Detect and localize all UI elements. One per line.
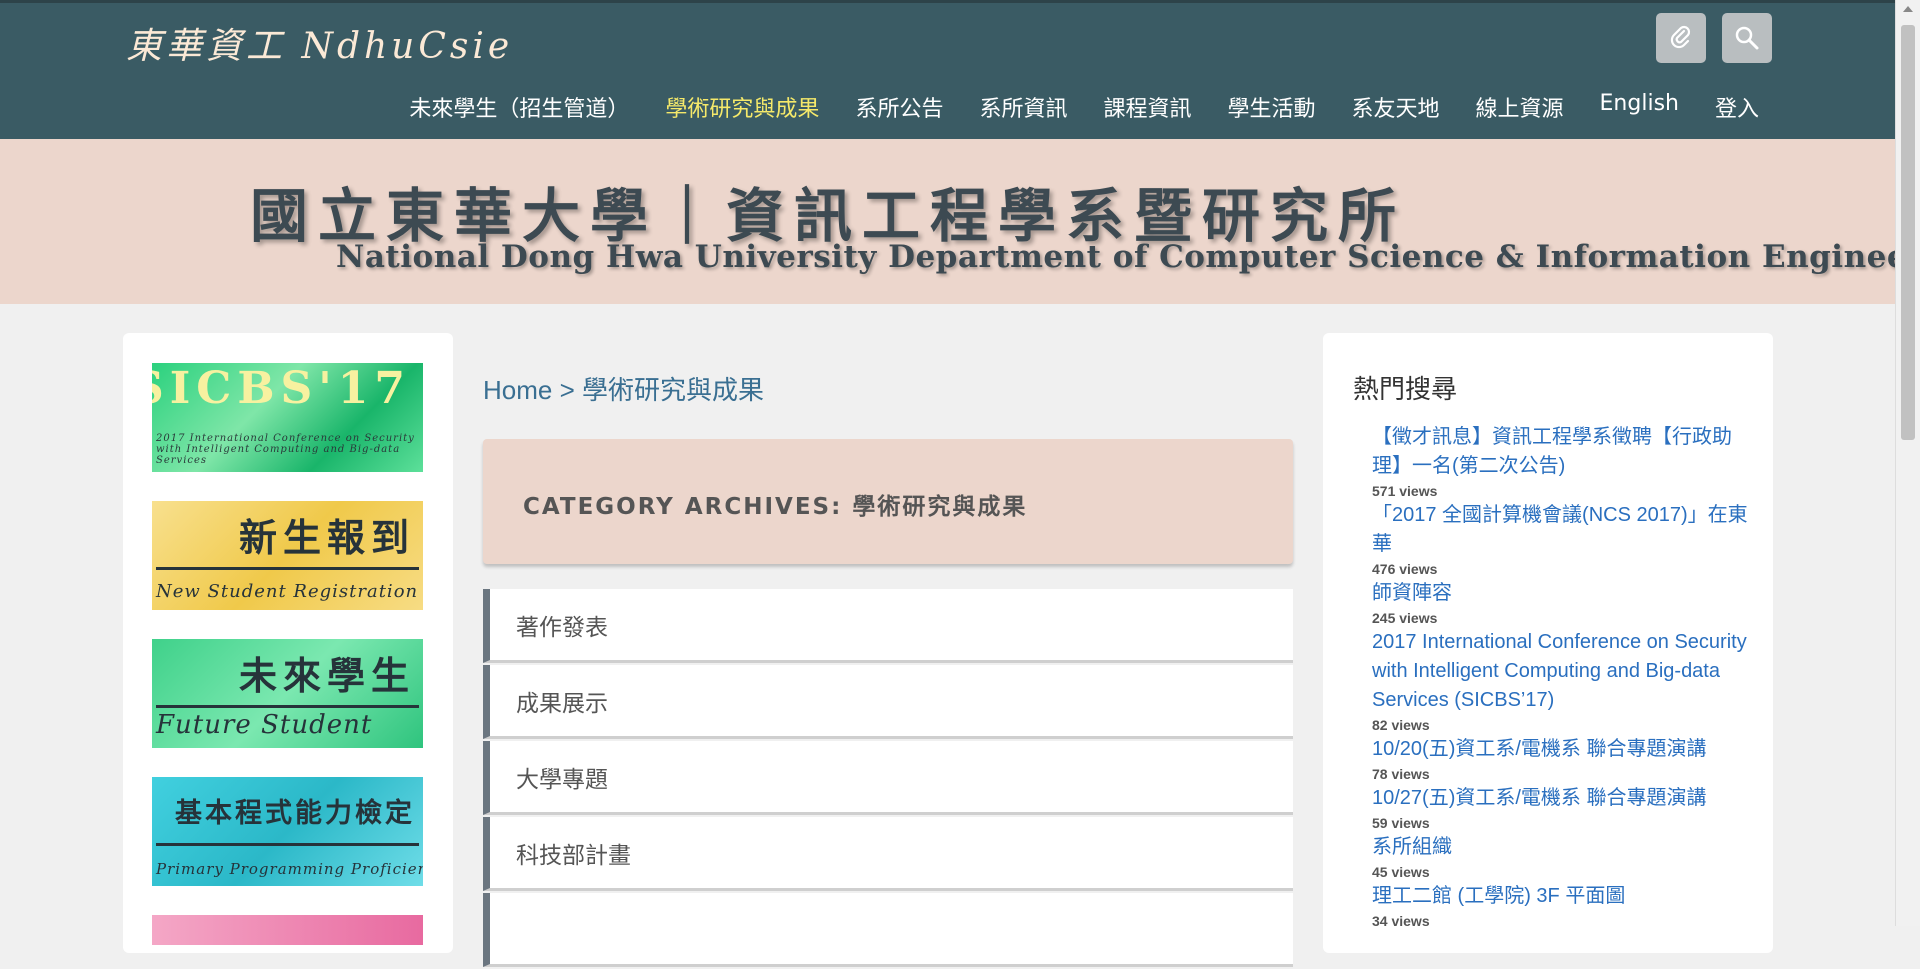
popular-item-link[interactable]: 【徵才訊息】資訊工程學系徵聘【行政助理】一名(第二次公告) [1372, 423, 1752, 481]
popular-searches-title: 熱門搜尋 [1353, 375, 1458, 405]
nav-item[interactable]: 線上資源 [1476, 91, 1564, 123]
popular-item-views: 476 views [1372, 561, 1438, 577]
category-item[interactable]: 科技部計畫 [483, 817, 1293, 891]
popular-item: 【徵才訊息】資訊工程學系徵聘【行政助理】一名(第二次公告) 571 views [1372, 423, 1752, 501]
thumb-subtitle: Future Student [156, 710, 373, 740]
top-bar: 東華資工 NdhuCsie 未來學生（招生管道） 學術研究與成果 系所公告 系所資訊 課… [0, 0, 1895, 139]
site-logo[interactable]: 東華資工 NdhuCsie [126, 17, 513, 69]
popular-item-views: 34 views [1372, 913, 1430, 929]
search-icon[interactable] [1722, 13, 1772, 63]
popular-item: 10/20(五)資工系/電機系 聯合專題演講 78 views [1372, 735, 1752, 784]
popular-item-views: 45 views [1372, 864, 1430, 880]
popular-item-views: 245 views [1372, 610, 1438, 626]
popular-searches-panel: 熱門搜尋 【徵才訊息】資訊工程學系徵聘【行政助理】一名(第二次公告) 571 vi… [1323, 333, 1773, 953]
thumb-title: 未來學生 [238, 653, 415, 698]
nav-item[interactable]: 學術研究與成果 [665, 91, 819, 123]
thumb-subtitle: New Student Registration [156, 581, 419, 602]
category-item[interactable]: 大學專題 [483, 741, 1293, 815]
thumb-divider [156, 843, 419, 846]
popular-item: 理工二館 (工學院) 3F 平面圖 34 views [1372, 882, 1752, 931]
thumb-title: 新生報到 [238, 515, 415, 560]
category-item[interactable]: 著作發表 [483, 589, 1293, 663]
popular-item-link[interactable]: 師資陣容 [1372, 579, 1752, 608]
popular-item-views: 82 views [1372, 717, 1430, 733]
popular-item-views: 571 views [1372, 483, 1438, 499]
popular-item: 師資陣容 245 views [1372, 579, 1752, 628]
popular-item-link[interactable]: 10/20(五)資工系/電機系 聯合專題演講 [1372, 735, 1752, 764]
nav-item[interactable]: 課程資訊 [1103, 91, 1191, 123]
popular-item-link[interactable]: 「2017 全國計算機會議(NCS 2017)」在東華 [1372, 501, 1752, 559]
thumb-subtitle: Primary Programming Proficiency [156, 860, 423, 878]
nav-item[interactable]: 系所資訊 [979, 91, 1067, 123]
main-nav: 未來學生（招生管道） 學術研究與成果 系所公告 系所資訊 課程資訊 學生活動 系友天地 線上資… [373, 91, 1759, 123]
popular-item-link[interactable]: 10/27(五)資工系/電機系 聯合專題演講 [1372, 784, 1752, 813]
category-item[interactable]: 成果展示 [483, 665, 1293, 739]
popular-item-views: 59 views [1372, 815, 1430, 831]
scrollbar-thumb[interactable] [1901, 25, 1915, 440]
breadcrumb-separator: > [552, 375, 582, 405]
popular-item-link[interactable]: 2017 International Conference on Securit… [1372, 628, 1752, 715]
category-title: CATEGORY ARCHIVES: 學術研究與成果 [523, 494, 1028, 520]
nav-item[interactable]: 系友天地 [1352, 91, 1440, 123]
thumb-divider [156, 567, 419, 570]
thumb-title: SICBS'17 [152, 363, 411, 414]
category-header: CATEGORY ARCHIVES: 學術研究與成果 [483, 439, 1293, 564]
nav-item[interactable]: 系所公告 [855, 91, 943, 123]
popular-item: 系所組織 45 views [1372, 833, 1752, 882]
nav-item[interactable]: 登入 [1715, 91, 1759, 123]
nav-item[interactable]: 學生活動 [1227, 91, 1315, 123]
sicbs-banner-link[interactable]: SICBS'17 2017 International Conference o… [152, 363, 423, 472]
header-banner: 國立東華大學｜資訊工程學系暨研究所 National Dong Hwa Univ… [0, 139, 1920, 304]
category-list: 著作發表 成果展示 大學專題 科技部計畫 [483, 589, 1293, 969]
scroll-up-icon[interactable] [1903, 6, 1913, 12]
nav-item[interactable]: English [1600, 91, 1679, 123]
breadcrumb-current[interactable]: 學術研究與成果 [582, 375, 764, 405]
left-sidebar: SICBS'17 2017 International Conference o… [123, 333, 453, 953]
breadcrumb-home[interactable]: Home [483, 375, 552, 405]
popular-item-link[interactable]: 系所組織 [1372, 833, 1752, 862]
category-item-partial[interactable] [483, 893, 1293, 967]
popular-item: 「2017 全國計算機會議(NCS 2017)」在東華 476 views [1372, 501, 1752, 579]
nav-item[interactable]: 未來學生（招生管道） [409, 91, 629, 123]
popular-item: 10/27(五)資工系/電機系 聯合專題演講 59 views [1372, 784, 1752, 833]
popular-item-link[interactable]: 理工二館 (工學院) 3F 平面圖 [1372, 882, 1752, 911]
future-student-banner-link[interactable]: 未來學生 Future Student [152, 639, 423, 748]
sidebar-banner-partial[interactable] [152, 915, 423, 945]
breadcrumb: Home > 學術研究與成果 [483, 370, 764, 407]
thumb-subtitle: 2017 International Conference on Securit… [156, 433, 415, 466]
popular-item: 2017 International Conference on Securit… [1372, 628, 1752, 735]
programming-proficiency-banner-link[interactable]: 基本程式能力檢定 Primary Programming Proficiency [152, 777, 423, 886]
page-scrollbar[interactable] [1895, 0, 1920, 926]
popular-list: 【徵才訊息】資訊工程學系徵聘【行政助理】一名(第二次公告) 571 views 「2… [1372, 423, 1752, 931]
thumb-divider [156, 705, 419, 708]
new-student-banner-link[interactable]: 新生報到 New Student Registration [152, 501, 423, 610]
paperclip-icon[interactable] [1656, 13, 1706, 63]
banner-subtitle: National Dong Hwa University Department … [336, 239, 1920, 275]
thumb-title: 基本程式能力檢定 [175, 798, 415, 829]
popular-item-views: 78 views [1372, 766, 1430, 782]
